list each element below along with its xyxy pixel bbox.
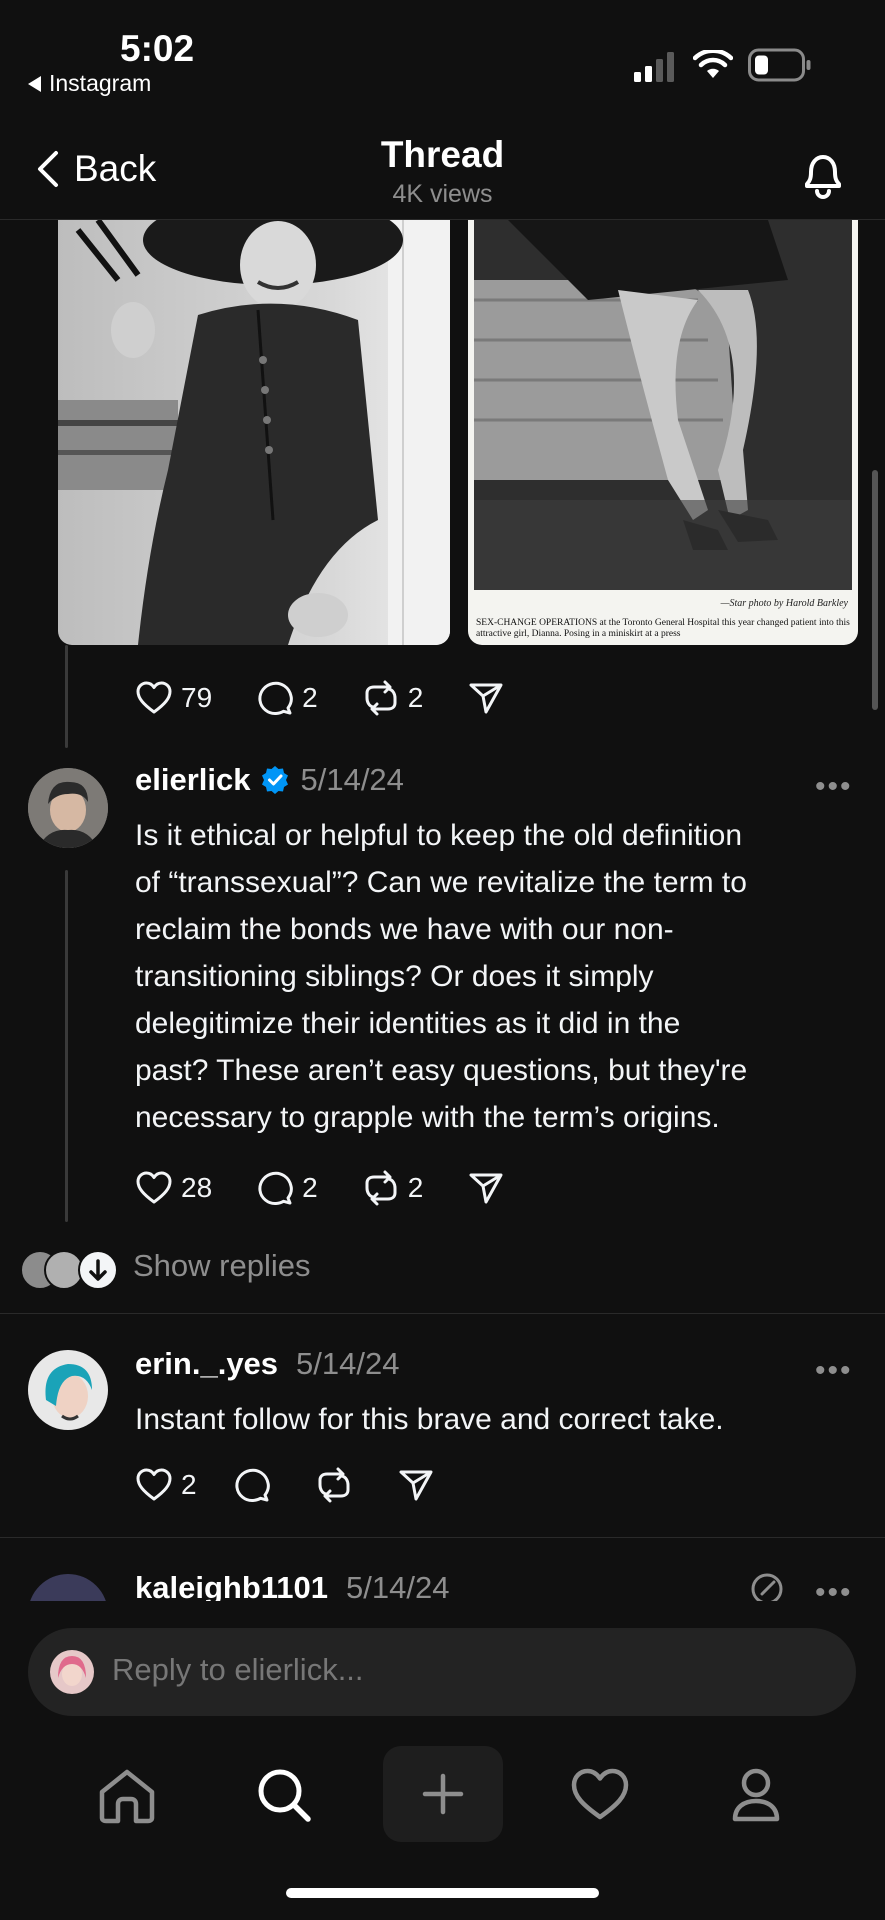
repost-icon <box>362 679 400 717</box>
like-count: 28 <box>181 1172 213 1203</box>
avatar[interactable] <box>28 1350 108 1430</box>
like-button[interactable]: 79 <box>135 679 212 717</box>
bell-icon[interactable] <box>797 148 849 200</box>
like-button[interactable]: 28 <box>135 1169 212 1207</box>
avatar[interactable] <box>28 1574 108 1601</box>
show-replies-link[interactable]: Show replies <box>133 1248 310 1284</box>
plus-icon <box>421 1772 465 1816</box>
repost-icon <box>315 1466 353 1504</box>
top-post-actions: 79 2 2 <box>135 673 549 723</box>
comment-button[interactable]: 2 <box>256 679 318 717</box>
comment-icon <box>256 1169 294 1207</box>
post-photo-left[interactable] <box>58 220 450 645</box>
share-button[interactable] <box>397 1466 435 1504</box>
view-count: 4K views <box>392 180 493 208</box>
post-header: elierlick 5/14/24 <box>135 762 404 798</box>
reply-item-partial: kaleighb1101 5/14/24 ••• <box>0 1570 885 1601</box>
share-button[interactable] <box>467 1169 505 1207</box>
wifi-icon <box>693 50 733 80</box>
back-to-app-link[interactable]: Instagram <box>28 70 151 97</box>
comment-count: 2 <box>302 1172 318 1203</box>
reply-text: Instant follow for this brave and correc… <box>135 1403 724 1436</box>
repost-button[interactable]: 2 <box>362 1169 424 1207</box>
reply-username[interactable]: erin._.yes <box>135 1346 278 1382</box>
photo-caption: SEX-CHANGE OPERATIONS at the Toronto Gen… <box>476 618 850 639</box>
avatar[interactable] <box>28 768 108 848</box>
share-icon <box>467 679 505 717</box>
back-app-label: Instagram <box>49 70 152 96</box>
arrow-down-icon <box>78 1250 118 1290</box>
page-title: Thread <box>380 134 505 175</box>
more-options-button[interactable]: ••• <box>815 1354 853 1388</box>
more-options-button[interactable]: ••• <box>815 770 853 804</box>
post-text-line: transitioning siblings? Or does it simpl… <box>135 960 654 993</box>
status-time: 5:02 <box>120 28 195 69</box>
comment-icon <box>233 1466 271 1504</box>
home-indicator <box>286 1888 599 1898</box>
repost-button[interactable]: 2 <box>362 679 424 717</box>
repost-icon <box>362 1169 400 1207</box>
share-icon <box>397 1466 435 1504</box>
repost-count: 2 <box>407 1172 424 1203</box>
heart-icon <box>135 679 173 717</box>
photo-credit: —Star photo by Harold Barkley <box>720 598 848 609</box>
signal-icon <box>634 52 678 82</box>
comment-count: 2 <box>302 682 318 713</box>
heart-icon <box>135 1169 173 1207</box>
post-username[interactable]: elierlick <box>135 762 250 798</box>
post-divider <box>0 1313 885 1314</box>
battery-icon <box>748 48 812 82</box>
post-actions: 28 2 2 <box>135 1163 549 1213</box>
post-body: Is it ethical or helpful to keep the old… <box>135 812 855 1141</box>
post-divider <box>0 1537 885 1538</box>
reply-avatars[interactable] <box>20 1250 120 1290</box>
compose-icon[interactable] <box>750 1572 784 1601</box>
post-date: 5/14/24 <box>300 762 404 797</box>
post-text-line: delegitimize their identities as it did … <box>135 1007 681 1040</box>
post-text-line: past? These aren’t easy questions, but t… <box>135 1054 748 1087</box>
reply-date: 5/14/24 <box>296 1346 400 1381</box>
more-options-button[interactable]: ••• <box>815 1576 853 1601</box>
reply-header: kaleighb1101 5/14/24 <box>135 1570 449 1601</box>
post-photo-right[interactable]: —Star photo by Harold Barkley SEX-CHANGE… <box>468 220 858 645</box>
reply-date: 5/14/24 <box>346 1570 450 1601</box>
like-button[interactable]: 2 <box>135 1466 197 1504</box>
back-triangle-icon <box>28 75 41 92</box>
reply-username[interactable]: kaleighb1101 <box>135 1570 328 1601</box>
comment-button[interactable]: 2 <box>256 1169 318 1207</box>
search-icon[interactable] <box>255 1766 313 1824</box>
profile-icon[interactable] <box>730 1766 782 1824</box>
repost-button[interactable] <box>315 1466 353 1504</box>
post-text-line: necessary to grapple with the term’s ori… <box>135 1101 720 1134</box>
thread-connector <box>65 645 68 748</box>
scrollbar[interactable] <box>872 470 878 710</box>
repost-count: 2 <box>407 682 424 713</box>
reply-header: erin._.yes 5/14/24 <box>135 1346 399 1382</box>
share-button[interactable] <box>467 679 505 717</box>
post-text-line: Is it ethical or helpful to keep the old… <box>135 819 743 852</box>
thread-connector <box>65 870 68 1222</box>
avatar <box>50 1650 94 1694</box>
heart-icon <box>135 1466 173 1504</box>
reply-actions: 2 <box>135 1460 479 1510</box>
share-icon <box>467 1169 505 1207</box>
activity-heart-icon[interactable] <box>570 1766 630 1822</box>
reply-input-placeholder[interactable]: Reply to elierlick... <box>112 1652 364 1688</box>
post-text-line: reclaim the bonds we have with our non- <box>135 913 674 946</box>
verified-badge-icon <box>260 765 290 795</box>
like-count: 2 <box>181 1469 197 1500</box>
comment-button[interactable] <box>233 1466 271 1504</box>
home-icon[interactable] <box>96 1768 158 1824</box>
like-count: 79 <box>181 682 213 713</box>
comment-icon <box>256 679 294 717</box>
post-text-line: of “transsexual”? Can we revitalize the … <box>135 866 747 899</box>
